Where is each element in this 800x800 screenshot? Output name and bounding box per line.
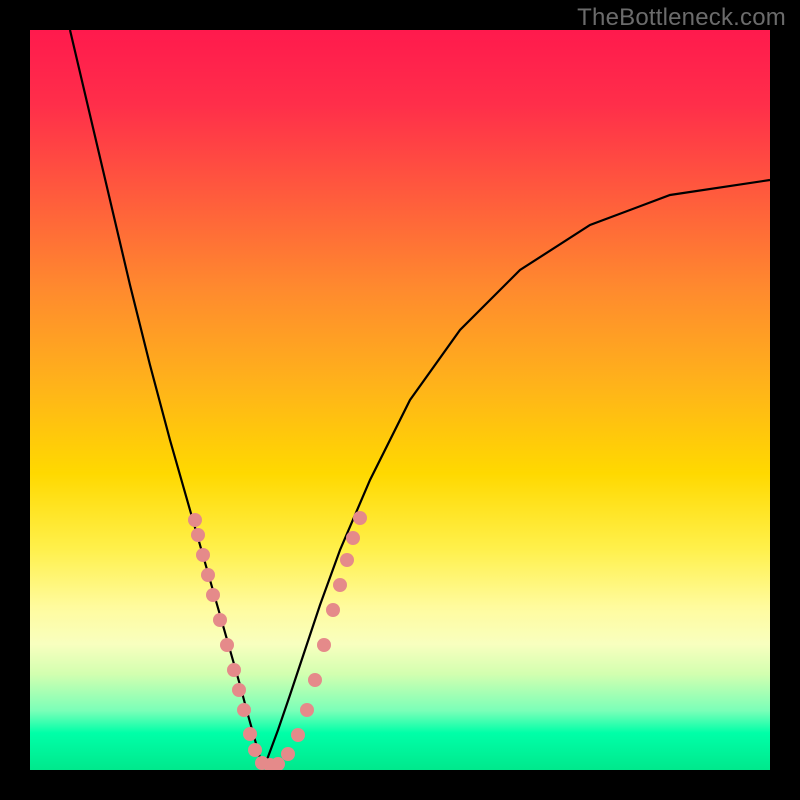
plot-area xyxy=(30,30,770,770)
data-point xyxy=(291,728,305,742)
data-point xyxy=(237,703,251,717)
data-point xyxy=(232,683,246,697)
data-point xyxy=(346,531,360,545)
data-point xyxy=(188,513,202,527)
data-point xyxy=(317,638,331,652)
watermark-text: TheBottleneck.com xyxy=(577,4,786,32)
left-curve xyxy=(70,30,262,765)
data-point xyxy=(206,588,220,602)
data-point xyxy=(281,747,295,761)
data-point xyxy=(196,548,210,562)
data-point xyxy=(227,663,241,677)
data-point xyxy=(220,638,234,652)
data-point xyxy=(300,703,314,717)
data-point xyxy=(333,578,347,592)
data-point xyxy=(353,511,367,525)
data-point xyxy=(191,528,205,542)
data-point xyxy=(340,553,354,567)
data-point xyxy=(243,727,257,741)
data-point xyxy=(248,743,262,757)
data-point xyxy=(308,673,322,687)
data-point xyxy=(201,568,215,582)
right-curve xyxy=(265,180,770,765)
curves-svg xyxy=(30,30,770,770)
chart-frame: TheBottleneck.com xyxy=(0,0,800,800)
data-point xyxy=(213,613,227,627)
data-point xyxy=(326,603,340,617)
